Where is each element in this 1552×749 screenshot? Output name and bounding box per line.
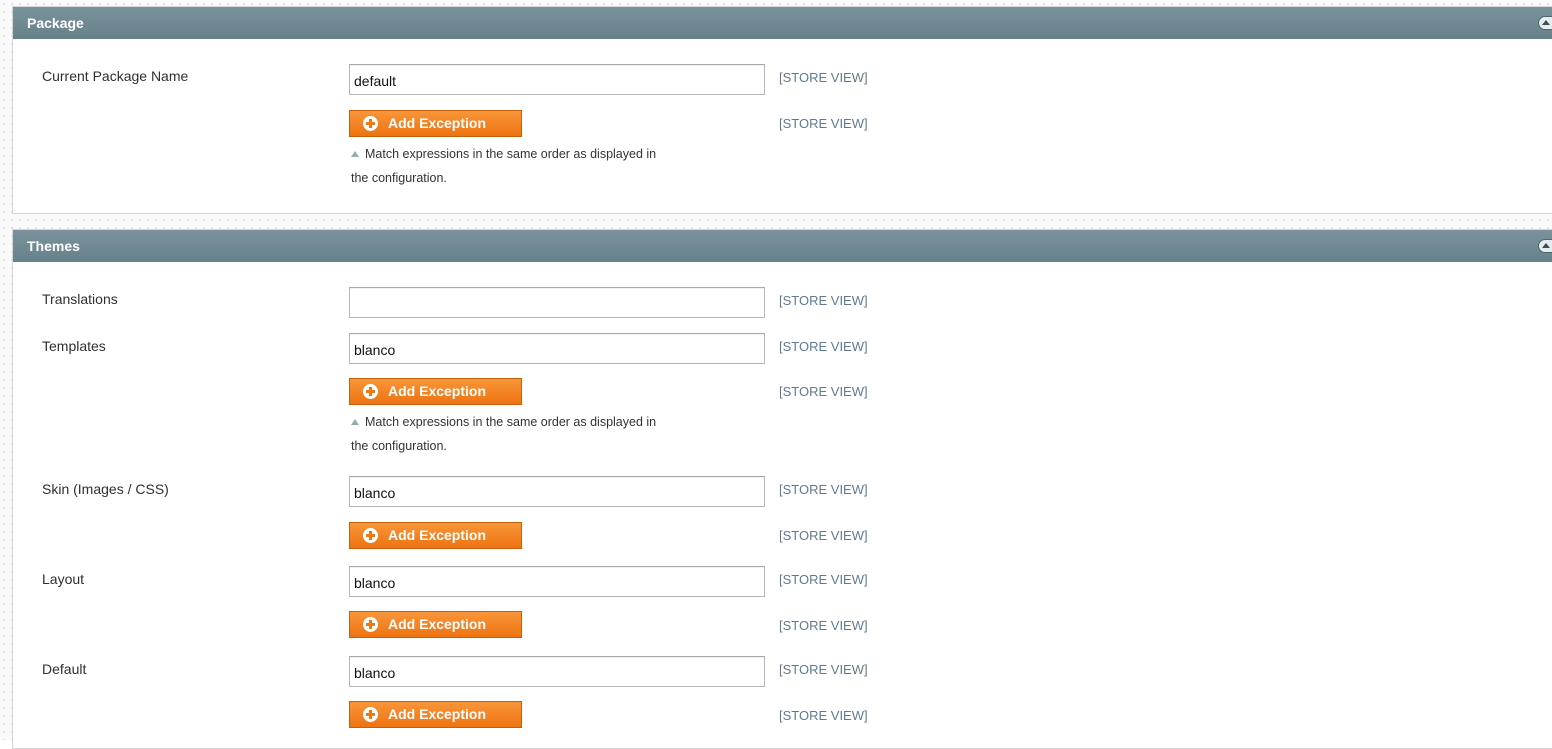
plus-circle-icon (363, 116, 378, 131)
collapse-icon[interactable] (1538, 239, 1552, 253)
templates-label: Templates (42, 338, 106, 354)
plus-circle-icon (363, 617, 378, 632)
package-exception-scope: [STORE VIEW] (779, 116, 868, 131)
triangle-up-icon (351, 151, 359, 157)
skin-add-exception-button[interactable]: Add Exception (349, 522, 522, 549)
package-section: Package Current Package Name default [ST… (12, 6, 1552, 214)
templates-scope: [STORE VIEW] (779, 339, 868, 354)
triangle-up-icon (351, 419, 359, 425)
layout-add-exception-button[interactable]: Add Exception (349, 611, 522, 638)
add-exception-label: Add Exception (388, 616, 487, 632)
translations-scope: [STORE VIEW] (779, 293, 868, 308)
translations-input[interactable] (349, 287, 765, 318)
layout-label: Layout (42, 571, 85, 587)
themes-section-title: Themes (27, 238, 80, 254)
layout-exception-scope: [STORE VIEW] (779, 618, 868, 633)
collapse-icon[interactable] (1538, 16, 1552, 30)
skin-input[interactable]: blanco (349, 476, 765, 507)
templates-input[interactable]: blanco (349, 333, 765, 364)
templates-add-exception-button[interactable]: Add Exception (349, 378, 522, 405)
default-scope: [STORE VIEW] (779, 662, 868, 677)
layout-scope: [STORE VIEW] (779, 572, 868, 587)
themes-section-header[interactable]: Themes (13, 230, 1552, 262)
layout-input[interactable]: blanco (349, 566, 765, 597)
default-exception-scope: [STORE VIEW] (779, 708, 868, 723)
plus-circle-icon (363, 528, 378, 543)
translations-label: Translations (42, 291, 118, 307)
note-line-1: Match expressions in the same order as d… (365, 415, 657, 429)
note-line-1: Match expressions in the same order as d… (365, 147, 657, 161)
add-exception-label: Add Exception (388, 383, 487, 399)
package-add-exception-button[interactable]: Add Exception (349, 110, 522, 137)
skin-scope: [STORE VIEW] (779, 482, 868, 497)
add-exception-label: Add Exception (388, 706, 487, 722)
note-line-2: the configuration. (351, 171, 447, 185)
current-package-scope: [STORE VIEW] (779, 70, 868, 85)
skin-label: Skin (Images / CSS) (42, 481, 169, 497)
plus-circle-icon (363, 384, 378, 399)
note-line-2: the configuration. (351, 439, 447, 453)
default-input[interactable]: blanco (349, 656, 765, 687)
package-section-header[interactable]: Package (13, 7, 1552, 39)
add-exception-label: Add Exception (388, 527, 487, 543)
themes-section: Themes Translations [STORE VIEW] Templat… (12, 229, 1552, 749)
plus-circle-icon (363, 707, 378, 722)
templates-note: Match expressions in the same order as d… (351, 410, 771, 458)
current-package-label: Current Package Name (42, 68, 189, 84)
add-exception-label: Add Exception (388, 115, 487, 131)
current-package-input[interactable]: default (349, 64, 765, 95)
default-label: Default (42, 661, 87, 677)
package-section-title: Package (27, 15, 84, 31)
package-note: Match expressions in the same order as d… (351, 142, 771, 190)
default-add-exception-button[interactable]: Add Exception (349, 701, 522, 728)
templates-exception-scope: [STORE VIEW] (779, 384, 868, 399)
skin-exception-scope: [STORE VIEW] (779, 528, 868, 543)
